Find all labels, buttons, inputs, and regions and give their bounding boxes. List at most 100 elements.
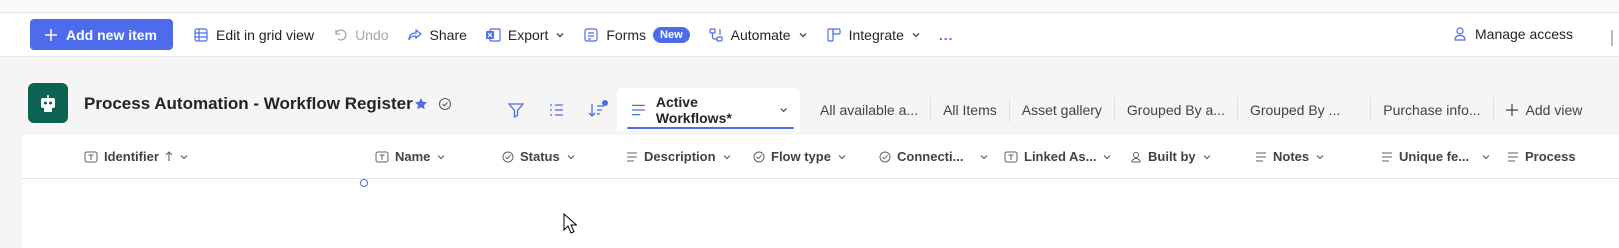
multiline-icon	[1256, 152, 1266, 161]
column-unique-features[interactable]: Unique fe...	[1381, 149, 1491, 164]
column-description[interactable]: Description	[626, 149, 732, 164]
tab-active-label: Active Workflows*	[655, 93, 732, 126]
choice-icon	[753, 151, 765, 162]
column-header-row: Identifier Name Status Description Flow …	[22, 135, 1619, 179]
column-built-by[interactable]: Built by	[1130, 149, 1212, 164]
follow-check-icon[interactable]	[438, 97, 452, 111]
chevron-down-icon	[799, 32, 807, 37]
list-view-icon	[631, 104, 645, 115]
column-name[interactable]: Name	[375, 149, 446, 164]
person-icon	[1131, 151, 1141, 162]
undo-label: Undo	[355, 26, 389, 43]
excel-icon	[485, 27, 501, 42]
add-view-button[interactable]: Add view	[1492, 97, 1595, 122]
list-grid: Identifier Name Status Description Flow …	[22, 135, 1619, 248]
tab-grouped-by-a[interactable]: Grouped By a...	[1113, 97, 1237, 122]
column-label: Identifier	[104, 149, 159, 164]
multiline-icon	[1382, 152, 1392, 161]
add-view-label: Add view	[1525, 101, 1583, 118]
mouse-cursor-icon	[563, 213, 577, 234]
column-process[interactable]: Process	[1507, 149, 1576, 164]
list-icon	[28, 83, 68, 123]
form-icon	[584, 27, 598, 42]
column-status[interactable]: Status	[502, 149, 576, 164]
tab-asset-gallery[interactable]: Asset gallery	[1008, 97, 1114, 122]
active-tab-indicator	[627, 127, 794, 129]
plus-icon	[45, 28, 57, 41]
forms-label: Forms	[606, 26, 647, 43]
integrate-icon	[826, 27, 841, 42]
column-notes[interactable]: Notes	[1255, 149, 1325, 164]
manage-access-button[interactable]: Manage access	[1452, 19, 1573, 49]
robot-icon	[41, 95, 55, 112]
column-flow-type[interactable]: Flow type	[753, 149, 847, 164]
text-field-icon	[1004, 151, 1018, 162]
person-icon	[1454, 27, 1466, 41]
share-button[interactable]: Share	[407, 20, 467, 50]
add-new-item-button[interactable]: Add new item	[30, 19, 174, 50]
column-label: Notes	[1273, 149, 1310, 164]
chevron-down-icon	[1482, 154, 1490, 159]
top-strip	[0, 0, 1619, 13]
favorite-star-icon[interactable]	[414, 97, 428, 111]
forms-button[interactable]: Forms New	[583, 20, 690, 50]
automate-button[interactable]: Automate	[708, 20, 808, 50]
text-field-icon	[84, 151, 98, 162]
chevron-down-icon	[556, 32, 564, 37]
panel-edge	[1611, 30, 1619, 46]
export-label: Export	[507, 26, 549, 43]
chevron-down-icon	[981, 154, 988, 159]
choice-icon	[879, 151, 891, 162]
chevron-down-icon	[1203, 154, 1211, 159]
automate-icon	[709, 27, 723, 42]
edit-grid-label: Edit in grid view	[216, 26, 315, 43]
undo-icon	[335, 28, 347, 41]
chevron-down-icon	[1104, 154, 1111, 159]
chevron-down-icon	[780, 107, 787, 112]
column-label: Built by	[1148, 149, 1196, 164]
edit-grid-button[interactable]: Edit in grid view	[193, 20, 314, 50]
share-icon	[407, 28, 422, 40]
column-resize-handle[interactable]	[360, 179, 368, 187]
chevron-down-icon	[912, 32, 920, 37]
column-identifier[interactable]: Identifier	[84, 149, 189, 164]
export-button[interactable]: Export	[485, 20, 565, 50]
filter-icon[interactable]	[507, 101, 525, 119]
column-label: Description	[644, 149, 716, 164]
chevron-down-icon	[838, 154, 846, 159]
add-new-item-label: Add new item	[66, 26, 158, 43]
column-label: Name	[395, 149, 431, 164]
list-title: Process Automation - Workflow Register	[84, 94, 413, 113]
tab-grouped-by[interactable]: Grouped By ...	[1236, 97, 1370, 122]
automate-label: Automate	[730, 26, 791, 43]
column-connections[interactable]: Connecti...	[879, 149, 989, 164]
tab-all-available[interactable]: All available a...	[808, 98, 930, 122]
grid-icon	[194, 27, 208, 42]
choice-icon	[502, 151, 514, 162]
column-linked-assets[interactable]: Linked As...	[1004, 149, 1112, 164]
column-label: Linked As...	[1024, 149, 1097, 164]
sort-arrow-up-icon	[165, 151, 173, 161]
column-label: Process	[1525, 149, 1576, 164]
more-options-button[interactable]: ...	[939, 20, 954, 50]
chevron-down-icon	[437, 154, 445, 159]
tab-purchase-info[interactable]: Purchase info...	[1370, 97, 1492, 122]
chevron-down-icon	[723, 154, 730, 159]
undo-button[interactable]: Undo	[332, 20, 389, 50]
tab-active-workflows[interactable]: Active Workflows*	[617, 88, 800, 131]
tab-all-items[interactable]: All Items	[930, 97, 1009, 122]
column-label: Connecti...	[897, 149, 964, 164]
column-label: Flow type	[771, 149, 831, 164]
integrate-button[interactable]: Integrate	[826, 20, 921, 50]
group-by-icon[interactable]	[547, 101, 565, 119]
view-tabs: Active Workflows* All available a... All…	[617, 88, 1594, 131]
integrate-label: Integrate	[848, 26, 904, 43]
plus-icon	[1505, 103, 1518, 116]
chevron-down-icon	[567, 154, 575, 159]
sort-icon[interactable]	[587, 100, 609, 120]
command-bar: Add new item Edit in grid view Undo Shar…	[0, 13, 1619, 57]
new-badge: New	[653, 26, 690, 43]
chevron-down-icon	[180, 154, 188, 159]
multiline-icon	[627, 152, 637, 161]
chevron-down-icon	[1316, 154, 1324, 159]
